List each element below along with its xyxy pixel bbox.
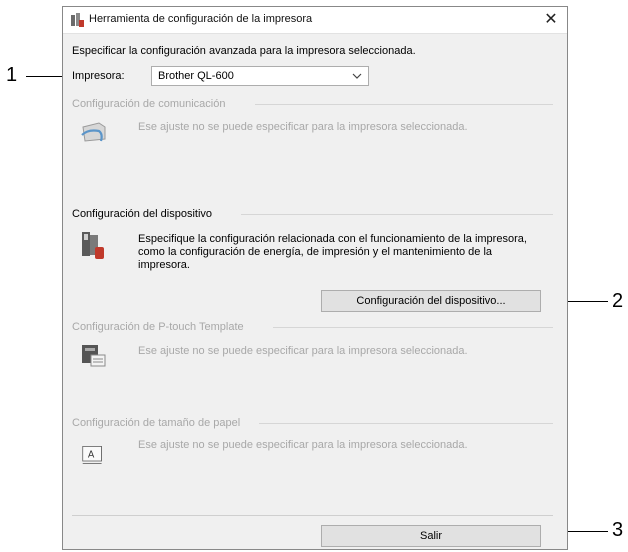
device-section-title: Configuración del dispositivo [72,208,213,220]
callout-1: 1 [6,64,18,86]
device-description-line-1: Especifique la configuración relacionada… [138,233,527,245]
communication-message: Ese ajuste no se puede especificar para … [138,121,468,133]
communication-section-title: Configuración de comunicación [72,98,226,110]
device-description-line-2: como la configuración de energía, de imp… [138,246,493,258]
printer-select[interactable]: Brother QL-600 [151,66,369,86]
network-printer-icon [81,122,106,142]
close-button[interactable]: ✕ [535,7,567,33]
template-printer-icon [82,345,106,367]
device-description-line-3: impresora. [138,259,190,271]
printer-tool-icon [71,13,84,27]
paper-message: Ese ajuste no se puede especificar para … [138,439,468,451]
paper-size-icon: A [82,446,102,464]
callout-3: 3 [612,519,624,541]
callout-2: 2 [612,290,624,312]
printer-label: Impresora: [72,70,125,82]
intro-text: Especificar la configuración avanzada pa… [72,45,416,57]
window-title: Herramienta de configuración de la impre… [89,13,313,25]
template-message: Ese ajuste no se puede especificar para … [138,345,468,357]
title-bar: Herramienta de configuración de la impre… [63,7,567,34]
communication-divider [255,104,553,105]
printer-settings-icon [82,232,104,259]
paper-divider [259,423,553,424]
paper-section-title: Configuración de tamaño de papel [72,417,241,429]
template-divider [273,327,553,328]
printer-setting-tool-window: Herramienta de configuración de la impre… [62,6,568,550]
template-section-title: Configuración de P-touch Template [72,321,244,333]
chevron-down-icon [352,73,362,79]
printer-select-value: Brother QL-600 [158,70,234,82]
footer-divider [72,515,553,516]
svg-text:A: A [88,450,95,461]
device-divider [241,214,553,215]
device-settings-button[interactable]: Configuración del dispositivo... [321,290,541,312]
exit-button[interactable]: Salir [321,525,541,547]
